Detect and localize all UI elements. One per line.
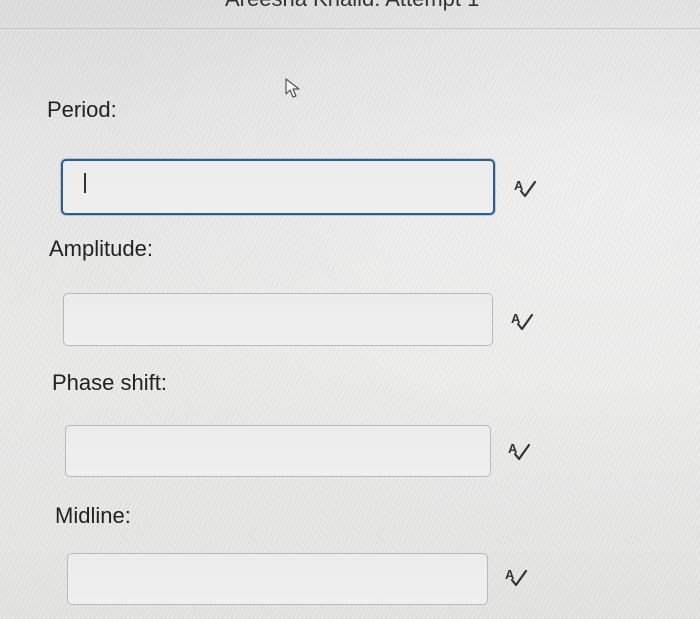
amplitude-label: Amplitude:: [49, 236, 153, 261]
period-input[interactable]: [61, 159, 495, 215]
svg-text:A: A: [511, 311, 521, 326]
spellcheck-icon[interactable]: A: [503, 566, 529, 588]
text-cursor: [84, 173, 86, 193]
spellcheck-icon[interactable]: A: [506, 440, 532, 462]
period-label: Period:: [47, 97, 117, 122]
phase-shift-input[interactable]: [65, 425, 491, 477]
phase-shift-label: Phase shift:: [52, 370, 167, 395]
svg-text:A: A: [505, 567, 515, 582]
svg-text:A: A: [514, 178, 524, 193]
mouse-pointer-icon: [285, 78, 300, 98]
attempt-title: Areesha Khalid: Attempt 1: [225, 0, 479, 12]
midline-label: Midline:: [55, 503, 131, 528]
midline-input[interactable]: [67, 553, 488, 605]
top-bar: Areesha Khalid: Attempt 1: [0, 0, 700, 29]
spellcheck-icon[interactable]: A: [512, 177, 538, 199]
amplitude-input[interactable]: [63, 293, 493, 346]
svg-text:A: A: [508, 441, 518, 456]
spellcheck-icon[interactable]: A: [509, 310, 535, 332]
